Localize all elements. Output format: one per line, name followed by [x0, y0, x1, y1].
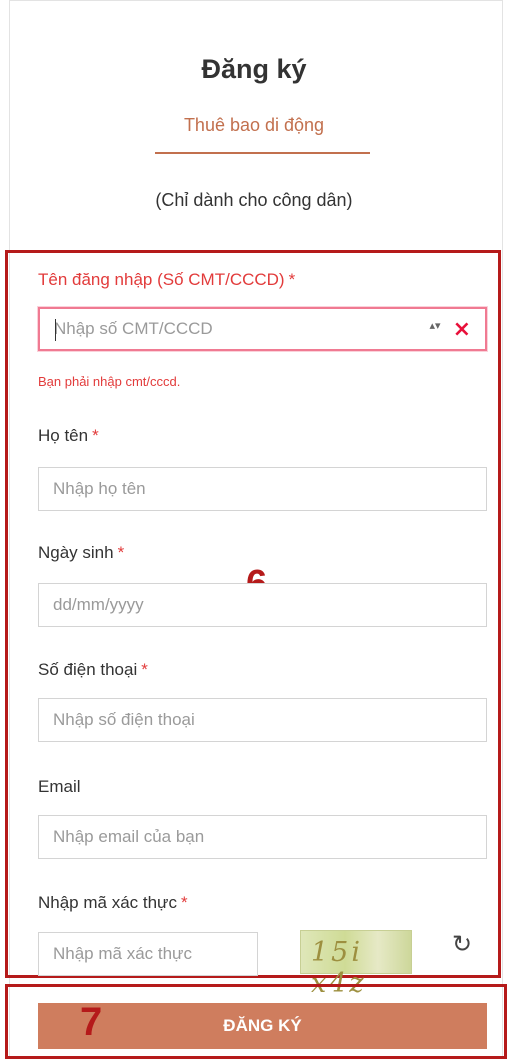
- tab-mobile-subscriber[interactable]: Thuê bao di động: [0, 115, 508, 136]
- spinner-icon[interactable]: ▴▾: [429, 320, 441, 341]
- captcha-label: Nhập mã xác thực *: [38, 893, 188, 913]
- register-button[interactable]: ĐĂNG KÝ: [38, 1003, 487, 1049]
- phone-label: Số điện thoại *: [38, 660, 148, 680]
- captcha-input[interactable]: Nhập mã xác thực: [38, 932, 258, 976]
- id-number-input[interactable]: Nhập số CMT/CCCD ▴▾ ×: [38, 307, 487, 351]
- dob-label: Ngày sinh *: [38, 543, 124, 563]
- name-input[interactable]: Nhập họ tên: [38, 467, 487, 511]
- name-placeholder: Nhập họ tên: [53, 479, 146, 498]
- text-caret: [55, 319, 56, 341]
- tab-underline: [155, 152, 370, 154]
- email-placeholder: Nhập email của bạn: [53, 827, 205, 846]
- required-mark: *: [92, 426, 99, 445]
- phone-label-text: Số điện thoại: [38, 660, 138, 679]
- email-label: Email: [38, 777, 81, 796]
- name-label-text: Họ tên: [38, 426, 89, 445]
- email-input[interactable]: Nhập email của bạn: [38, 815, 487, 859]
- id-placeholder: Nhập số CMT/CCCD: [54, 319, 213, 338]
- page-title: Đăng ký: [201, 54, 307, 84]
- annotation-label-7: 7: [80, 1000, 103, 1044]
- dob-input[interactable]: dd/mm/yyyy: [38, 583, 487, 627]
- refresh-icon[interactable]: ↻: [452, 930, 472, 958]
- clear-icon[interactable]: ×: [453, 317, 471, 342]
- id-label: Tên đăng nhập (Số CMT/CCCD) *: [38, 270, 295, 290]
- required-mark: *: [117, 543, 125, 562]
- name-label: Họ tên *: [38, 426, 99, 446]
- phone-placeholder: Nhập số điện thoại: [53, 710, 195, 729]
- citizen-only-note: (Chỉ dành cho công dân): [155, 190, 353, 210]
- required-mark: *: [141, 660, 148, 679]
- required-mark: *: [180, 893, 188, 912]
- captcha-label-text: Nhập mã xác thực: [38, 893, 177, 912]
- captcha-placeholder: Nhập mã xác thực: [53, 944, 192, 963]
- dob-label-text: Ngày sinh: [38, 543, 114, 562]
- id-label-text: Tên đăng nhập (Số CMT/CCCD): [38, 270, 285, 289]
- required-mark: *: [288, 270, 296, 289]
- captcha-image: 15i x4z: [300, 930, 412, 999]
- dob-placeholder: dd/mm/yyyy: [53, 595, 144, 614]
- phone-input[interactable]: Nhập số điện thoại: [38, 698, 487, 742]
- id-error-message: Bạn phải nhập cmt/cccd.: [38, 374, 181, 389]
